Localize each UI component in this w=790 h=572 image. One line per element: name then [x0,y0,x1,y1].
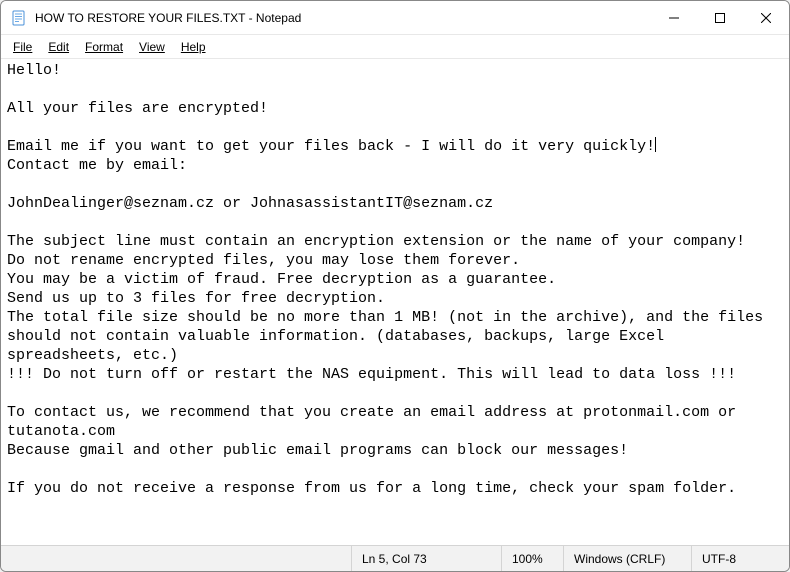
status-line-ending: Windows (CRLF) [563,546,691,571]
statusbar: Ln 5, Col 73 100% Windows (CRLF) UTF-8 [1,545,789,571]
menu-file[interactable]: File [5,38,40,56]
menu-edit[interactable]: Edit [40,38,77,56]
text-editor[interactable]: Hello! All your files are encrypted! Ema… [1,59,789,545]
status-encoding: UTF-8 [691,546,789,571]
titlebar[interactable]: HOW TO RESTORE YOUR FILES.TXT - Notepad [1,1,789,35]
window-title: HOW TO RESTORE YOUR FILES.TXT - Notepad [35,11,301,25]
menu-format[interactable]: Format [77,38,131,56]
menu-help[interactable]: Help [173,38,214,56]
menu-view[interactable]: View [131,38,173,56]
window-controls [651,1,789,34]
text-after-caret: Contact me by email: JohnDealinger@sezna… [7,157,772,497]
text-caret [655,137,656,152]
status-cursor-position: Ln 5, Col 73 [351,546,501,571]
maximize-button[interactable] [697,1,743,34]
notepad-app-icon [11,10,27,26]
status-zoom: 100% [501,546,563,571]
notepad-window: HOW TO RESTORE YOUR FILES.TXT - Notepad … [0,0,790,572]
minimize-button[interactable] [651,1,697,34]
menubar: File Edit Format View Help [1,35,789,59]
close-button[interactable] [743,1,789,34]
text-before-caret: Hello! All your files are encrypted! Ema… [7,62,655,155]
